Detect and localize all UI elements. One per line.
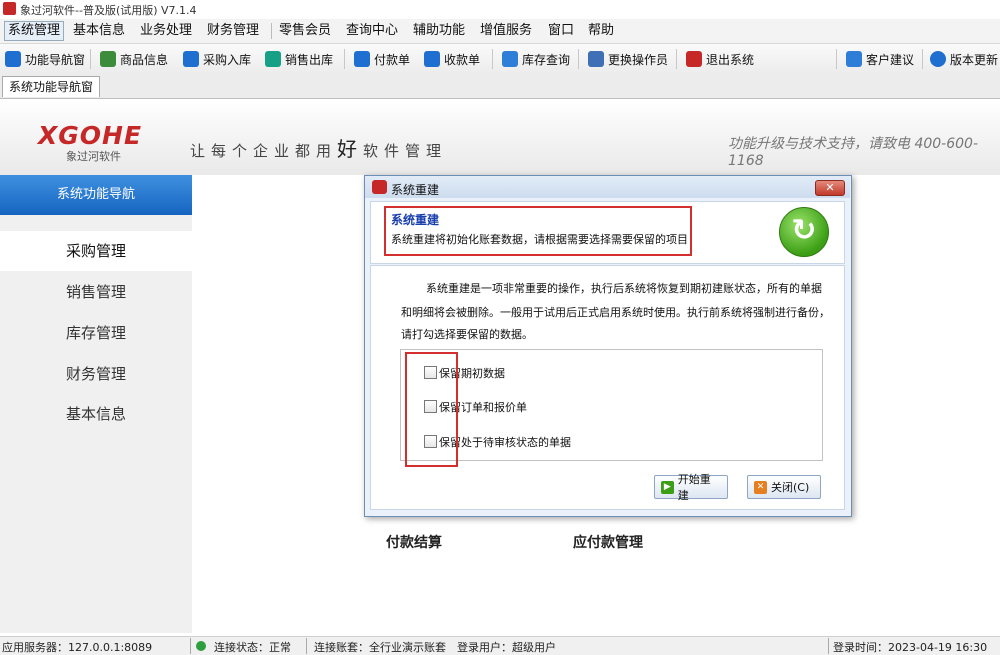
tab-nav-window[interactable]: 系统功能导航窗 — [2, 76, 101, 97]
feedback-icon — [846, 51, 862, 67]
users-icon — [588, 51, 604, 67]
status-user: 登录用户：超级用户 — [457, 641, 556, 654]
payables-management-link[interactable]: 应付款管理 — [573, 532, 643, 552]
toolbar-goods-button[interactable]: 商品信息 — [100, 50, 168, 68]
menu-query[interactable]: 查询中心 — [343, 22, 401, 40]
brand-logo-subtitle: 象过河软件 — [66, 150, 121, 163]
payment-icon — [354, 51, 370, 67]
toolbar-sales-button[interactable]: 销售出库 — [265, 50, 333, 68]
description-line-3: 请打勾选择要保留的数据。 — [401, 328, 533, 341]
menu-bar: 系统管理 基本信息 业务处理 财务管理 零售会员 查询中心 辅助功能 增值服务 … — [0, 19, 1000, 44]
search-icon — [502, 51, 518, 67]
status-login-time: 登录时间：2023-04-19 16:30 — [833, 641, 988, 654]
menu-help[interactable]: 帮助 — [585, 22, 617, 40]
menu-retail[interactable]: 零售会员 — [276, 22, 334, 40]
sidebar-header: 系统功能导航 — [0, 175, 192, 215]
dialog-header-title: 系统重建 — [391, 213, 440, 227]
keep-pending-docs-label: 保留处于待审核状态的单据 — [439, 436, 571, 449]
connection-status-icon — [196, 641, 206, 651]
play-icon: ▶ — [661, 480, 674, 494]
toolbar-separator — [344, 49, 345, 69]
menu-basic-info[interactable]: 基本信息 — [70, 22, 128, 40]
menu-separator — [271, 23, 272, 39]
toolbar: 功能导航窗 商品信息 采购入库 销售出库 付款单 收款单 库存查询 更换操作员 … — [0, 44, 1000, 75]
app-icon — [3, 2, 16, 15]
toolbar-separator — [922, 49, 923, 69]
support-hotline: 功能升级与技术支持，请致电 400-600-1168 — [728, 136, 978, 169]
toolbar-separator — [90, 49, 91, 69]
description-line-1: 系统重建是一项非常重要的操作，执行后系统将恢复到期初建账状态，所有的单据 — [426, 282, 822, 295]
dialog-header-subtitle: 系统重建将初始化账套数据，请根据需要选择需要保留的项目 — [391, 233, 688, 246]
receipt-icon — [424, 51, 440, 67]
status-bar: 应用服务器：127.0.0.1:8089 连接状态：正常 连接账套：全行业演示账… — [0, 636, 1000, 655]
tab-strip: 系统功能导航窗 — [0, 74, 1000, 99]
sidebar-item-finance[interactable]: 财务管理 — [0, 354, 192, 394]
close-icon: ✕ — [754, 480, 767, 494]
checkbox-highlight-box — [405, 352, 458, 467]
toolbar-update-button[interactable]: 版本更新 — [930, 50, 998, 68]
brand-logo: XGOHE — [38, 121, 143, 150]
toolbar-nav-button[interactable]: 功能导航窗 — [5, 50, 85, 68]
home-icon — [5, 51, 21, 67]
sidebar-item-purchase[interactable]: 采购管理 — [0, 231, 192, 271]
toolbar-feedback-button[interactable]: 客户建议 — [846, 50, 914, 68]
menu-value-added[interactable]: 增值服务 — [477, 22, 535, 40]
dialog-close-icon[interactable]: ✕ — [815, 180, 845, 196]
toolbar-separator — [578, 49, 579, 69]
toolbar-separator — [676, 49, 677, 69]
description-line-2: 和明细将会被删除。一般用于试用后正式启用系统时使用。执行前系统将强制进行备份， — [401, 306, 830, 319]
close-button[interactable]: ✕ 关闭(C) — [747, 475, 821, 499]
menu-business[interactable]: 业务处理 — [137, 22, 195, 40]
exit-icon — [686, 51, 702, 67]
menu-aux[interactable]: 辅助功能 — [410, 22, 468, 40]
toolbar-exit-button[interactable]: 退出系统 — [686, 50, 754, 68]
refresh-icon: ↻ — [779, 207, 829, 257]
toolbar-separator — [836, 49, 837, 69]
sales-icon — [265, 51, 281, 67]
toolbar-switch-user-button[interactable]: 更换操作员 — [588, 50, 668, 68]
payment-settlement-link[interactable]: 付款结算 — [386, 532, 442, 552]
toolbar-receipt-button[interactable]: 收款单 — [424, 50, 480, 68]
status-separator — [306, 638, 307, 654]
status-account: 连接账套：全行业演示账套 — [314, 641, 446, 654]
sidebar-item-inventory[interactable]: 库存管理 — [0, 313, 192, 353]
status-separator — [828, 638, 829, 654]
toolbar-stock-button[interactable]: 库存查询 — [502, 50, 570, 68]
sidebar-item-sales[interactable]: 销售管理 — [0, 272, 192, 312]
goods-icon — [100, 51, 116, 67]
status-connection: 连接状态：正常 — [214, 641, 291, 654]
dialog-title: 系统重建 — [391, 183, 440, 197]
start-rebuild-button[interactable]: ▶ 开始重建 — [654, 473, 728, 502]
toolbar-payment-button[interactable]: 付款单 — [354, 50, 410, 68]
status-separator — [190, 638, 191, 654]
menu-window[interactable]: 窗口 — [545, 22, 577, 40]
status-server: 应用服务器：127.0.0.1:8089 — [2, 641, 153, 654]
toolbar-purchase-button[interactable]: 采购入库 — [183, 50, 251, 68]
menu-finance[interactable]: 财务管理 — [204, 22, 262, 40]
purchase-icon — [183, 51, 199, 67]
globe-icon — [930, 51, 946, 67]
app-icon — [372, 180, 387, 194]
slogan: 让每个企业都用好软件管理 — [190, 137, 448, 161]
sidebar-item-basic-info[interactable]: 基本信息 — [0, 394, 192, 434]
window-title: 象过河软件--普及版(试用版) V7.1.4 — [20, 4, 197, 17]
toolbar-separator — [492, 49, 493, 69]
window-title-bar: 象过河软件--普及版(试用版) V7.1.4 — [0, 0, 1000, 20]
menu-system[interactable]: 系统管理 — [4, 21, 65, 41]
